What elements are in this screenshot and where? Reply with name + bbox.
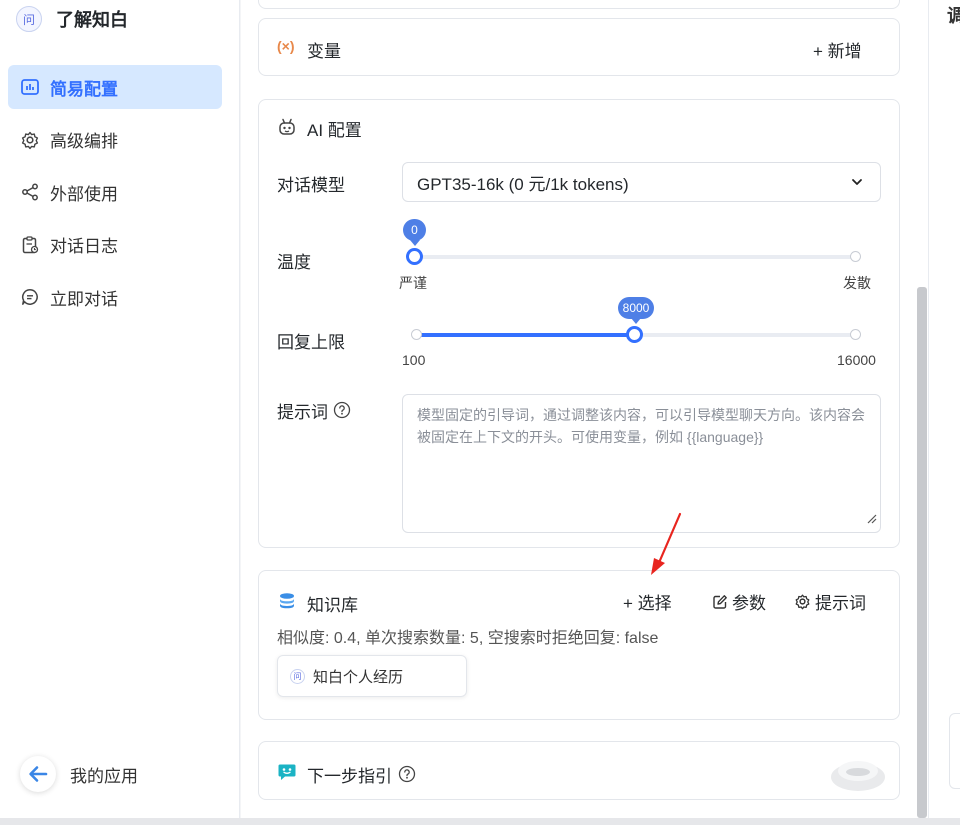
kb-prompt-label: 提示词 xyxy=(815,594,866,613)
add-variable-button[interactable]: + 新增 xyxy=(813,37,862,62)
my-apps-link[interactable]: 我的应用 xyxy=(20,756,138,792)
prompt-placeholder: 模型固定的引导词，通过调整该内容，可以引导模型聊天方向。该内容会被固定在上下文的… xyxy=(417,407,865,445)
ai-config-title: AI 配置 xyxy=(307,121,362,140)
sidebar-nav: 简易配置 高级编排 外部使用 对话日志 立即对话 xyxy=(8,65,222,328)
right-panel-edge: 调 xyxy=(928,0,960,825)
app-logo-glyph: 问 xyxy=(22,12,35,27)
variables-title: 变量 xyxy=(307,42,341,61)
sidebar-item-label: 立即对话 xyxy=(50,289,118,309)
temperature-label: 温度 xyxy=(277,253,311,272)
main-scrollbar[interactable] xyxy=(917,287,927,818)
max-tokens-slider-start xyxy=(411,329,422,340)
previous-card xyxy=(258,0,900,9)
resize-handle-icon[interactable] xyxy=(867,508,877,530)
sidebar-item-external[interactable]: 外部使用 xyxy=(8,170,222,214)
prompt-label: 提示词 xyxy=(277,403,328,422)
kb-prompt-button[interactable]: 提示词 xyxy=(794,589,866,614)
max-tokens-slider-end xyxy=(850,329,861,340)
horizontal-scrollbar-track xyxy=(0,818,960,825)
guide-bot-icon xyxy=(277,762,297,787)
knowledge-base-card: 知识库 + 选择 参数 提示词 相似度: 0.4, 单次搜索数量: 5, 空搜索… xyxy=(258,570,900,720)
max-tokens-value-bubble: 8000 xyxy=(618,297,654,324)
max-tokens-value: 8000 xyxy=(622,301,650,315)
sidebar-item-chat-logs[interactable]: 对话日志 xyxy=(8,223,222,267)
next-guide-title: 下一步指引 xyxy=(307,767,392,786)
knowledge-search-summary: 相似度: 0.4, 单次搜索数量: 5, 空搜索时拒绝回复: false xyxy=(277,630,659,647)
temperature-slider-handle[interactable] xyxy=(406,248,423,265)
ai-config-card: AI 配置 对话模型 GPT35-16k (0 元/1k tokens) 温度 … xyxy=(258,99,900,548)
temperature-slider-end xyxy=(850,251,861,262)
help-circle-icon[interactable] xyxy=(398,765,416,788)
decorative-mascot-icon xyxy=(829,751,887,800)
model-select-value: GPT35-16k (0 元/1k tokens) xyxy=(417,174,629,194)
right-panel-title-fragment: 调 xyxy=(947,6,960,26)
sidebar-item-advanced[interactable]: 高级编排 xyxy=(8,118,222,162)
robot-icon xyxy=(277,117,297,142)
app-name: 了解知白 xyxy=(56,10,128,30)
main-content: (×) 变量 + 新增 AI 配置 对话模型 GPT35-16k (0 元/1k… xyxy=(241,0,928,818)
brand: 问 了解知白 xyxy=(16,6,128,32)
share-icon xyxy=(20,182,40,202)
edit-icon xyxy=(713,594,727,609)
temperature-min-label: 严谨 xyxy=(399,275,427,291)
select-dataset-button[interactable]: + 选择 xyxy=(623,589,672,614)
dataset-name: 知白个人经历 xyxy=(313,668,404,686)
model-label: 对话模型 xyxy=(277,176,345,195)
gear-icon xyxy=(20,130,40,150)
dataset-chip[interactable]: 问 知白个人经历 xyxy=(277,655,467,697)
next-guide-card: 下一步指引 xyxy=(258,741,900,800)
variable-icon: (×) xyxy=(277,38,295,54)
temperature-slider-track[interactable] xyxy=(414,255,856,259)
dataset-logo-icon: 问 xyxy=(290,668,305,684)
chevron-down-icon xyxy=(850,174,864,194)
max-tokens-slider-handle[interactable] xyxy=(626,326,643,343)
params-button[interactable]: 参数 xyxy=(712,589,766,614)
app-logo-icon: 问 xyxy=(16,6,42,32)
temperature-value: 0 xyxy=(411,223,418,237)
annotation-arrow-icon xyxy=(651,512,682,575)
right-panel-card-fragment xyxy=(949,713,960,789)
model-select[interactable]: GPT35-16k (0 元/1k tokens) xyxy=(402,162,881,202)
sidebar-item-label: 高级编排 xyxy=(50,132,118,151)
temperature-value-bubble: 0 xyxy=(403,219,426,246)
max-tokens-label: 回复上限 xyxy=(277,333,345,352)
back-arrow-icon[interactable] xyxy=(20,756,56,792)
max-tokens-min-label: 100 xyxy=(402,352,426,368)
sidebar: 问 了解知白 简易配置 高级编排 外部使用 对话日志 立即对话 我的应用 xyxy=(0,0,240,825)
sidebar-item-chat-now[interactable]: 立即对话 xyxy=(8,275,222,319)
sidebar-item-simple-config[interactable]: 简易配置 xyxy=(8,65,222,109)
sidebar-item-label: 外部使用 xyxy=(50,184,118,204)
sidebar-item-label: 对话日志 xyxy=(50,237,118,256)
help-circle-icon[interactable] xyxy=(333,401,351,424)
max-tokens-slider-fill xyxy=(419,333,635,337)
gear-icon xyxy=(795,594,810,610)
my-apps-label: 我的应用 xyxy=(70,766,138,786)
params-label: 参数 xyxy=(732,594,766,613)
sidebar-item-label: 简易配置 xyxy=(50,79,118,99)
knowledge-base-title: 知识库 xyxy=(307,596,358,615)
variables-card: (×) 变量 + 新增 xyxy=(258,18,900,76)
bar-chart-icon xyxy=(20,77,40,97)
database-icon xyxy=(277,591,297,616)
clipboard-log-icon xyxy=(20,235,40,255)
temperature-max-label: 发散 xyxy=(843,275,871,291)
chat-bubble-icon xyxy=(20,287,40,307)
max-tokens-max-label: 16000 xyxy=(837,352,876,368)
